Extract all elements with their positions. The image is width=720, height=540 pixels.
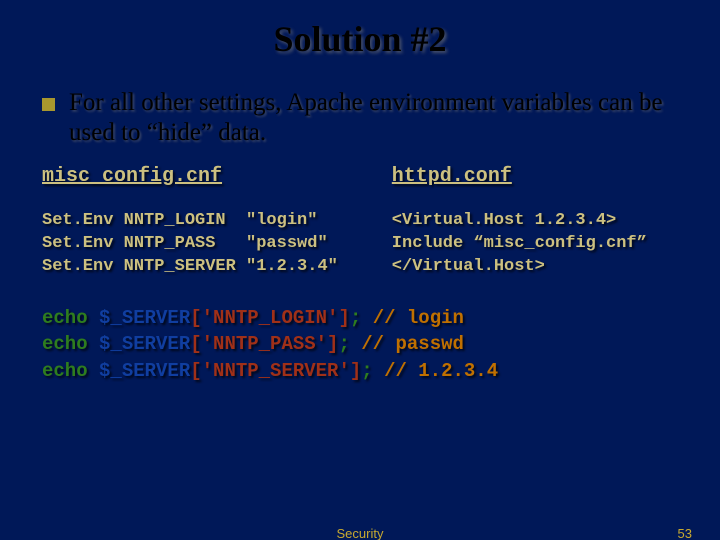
php-semi: ;: [338, 333, 361, 355]
slide: Solution #2 For all other settings, Apac…: [0, 0, 720, 540]
footer-page-number: 53: [678, 526, 692, 540]
footer-center: Security: [0, 526, 720, 540]
php-var: $_SERVER: [99, 307, 190, 329]
bullet-text: For all other settings, Apache environme…: [69, 88, 678, 147]
bullet-icon: [42, 98, 55, 111]
php-block: echo $_SERVER['NNTP_LOGIN']; // login ec…: [42, 305, 678, 385]
right-column: httpd.conf <Virtual.Host 1.2.3.4> Includ…: [392, 165, 678, 279]
left-file-header: misc_config.cnf: [42, 165, 392, 188]
right-file-header: httpd.conf: [392, 165, 678, 188]
php-idx: ['NNTP_SERVER']: [190, 360, 361, 382]
php-line: echo $_SERVER['NNTP_LOGIN']; // login: [42, 305, 678, 332]
php-line: echo $_SERVER['NNTP_SERVER']; // 1.2.3.4: [42, 358, 678, 385]
php-line: echo $_SERVER['NNTP_PASS']; // passwd: [42, 331, 678, 358]
php-var: $_SERVER: [99, 360, 190, 382]
php-comment: // 1.2.3.4: [384, 360, 498, 382]
php-idx: ['NNTP_LOGIN']: [190, 307, 350, 329]
left-code-block: Set.Env NNTP_LOGIN "login" Set.Env NNTP_…: [42, 210, 392, 279]
php-comment: // passwd: [361, 333, 464, 355]
php-echo: echo: [42, 307, 99, 329]
php-semi: ;: [361, 360, 384, 382]
php-var: $_SERVER: [99, 333, 190, 355]
code-columns: misc_config.cnf Set.Env NNTP_LOGIN "logi…: [42, 165, 678, 279]
php-semi: ;: [350, 307, 373, 329]
php-echo: echo: [42, 360, 99, 382]
bullet-item: For all other settings, Apache environme…: [42, 88, 678, 147]
left-column: misc_config.cnf Set.Env NNTP_LOGIN "logi…: [42, 165, 392, 279]
php-echo: echo: [42, 333, 99, 355]
php-idx: ['NNTP_PASS']: [190, 333, 338, 355]
slide-title: Solution #2: [0, 0, 720, 60]
php-comment: // login: [373, 307, 464, 329]
right-code-block: <Virtual.Host 1.2.3.4> Include “misc_con…: [392, 210, 678, 279]
